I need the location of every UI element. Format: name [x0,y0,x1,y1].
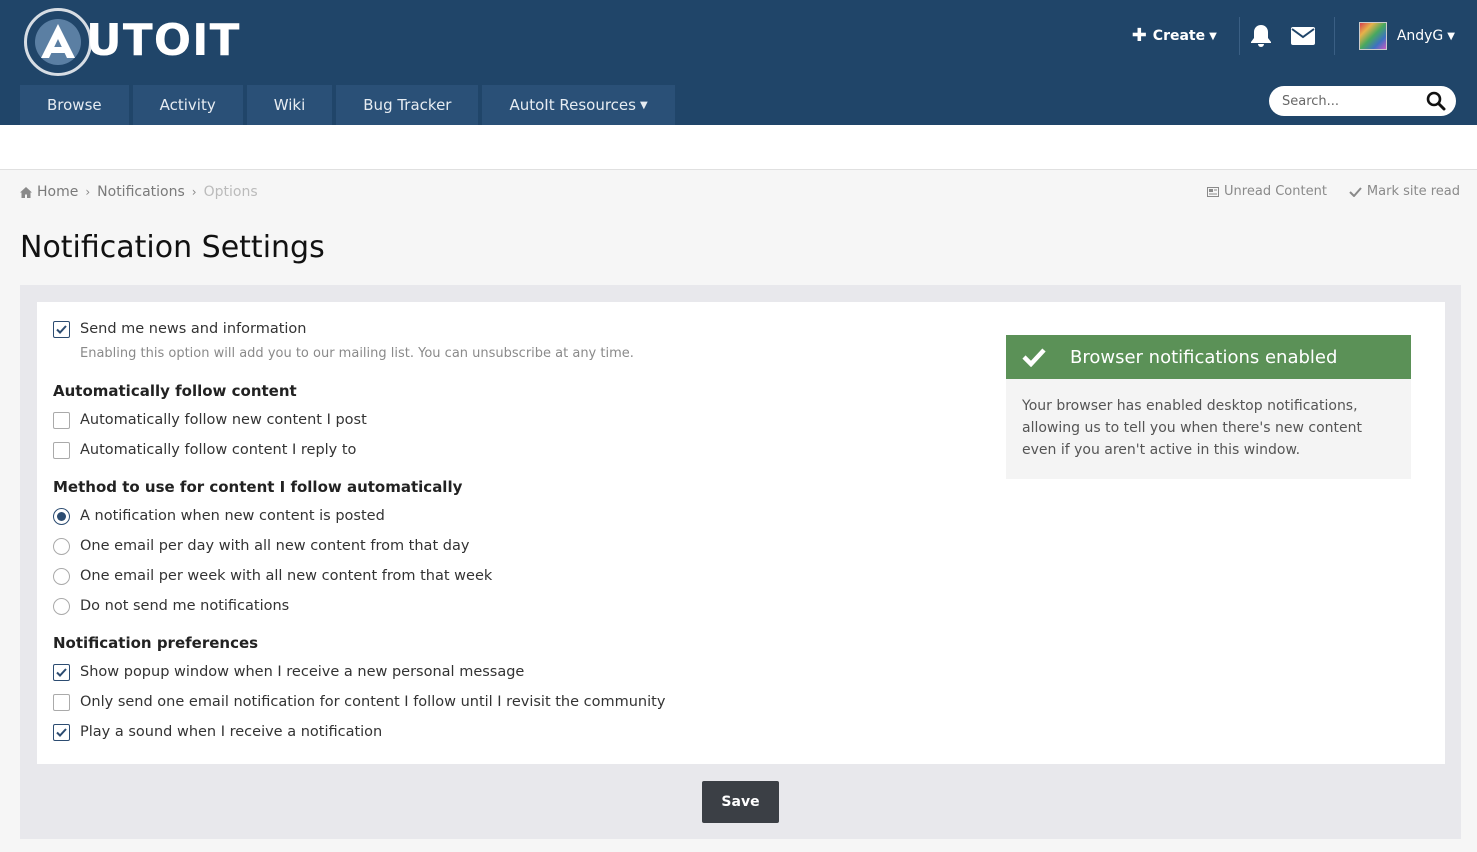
newspaper-icon [1207,186,1220,197]
logo-circle [24,8,92,76]
chevron-right-icon: › [85,185,91,199]
method-radio[interactable] [53,567,70,585]
news-option[interactable]: Send me news and information [53,319,307,339]
page-title: Notification Settings [20,230,325,265]
header-strip [0,125,1477,170]
breadcrumb: Home › Notifications › Options [20,184,258,200]
home-icon [20,186,32,198]
save-button[interactable]: Save [702,781,779,823]
method-option[interactable]: A notification when new content is poste… [53,506,385,526]
create-button[interactable]: ✚ Create ▼ [1110,25,1239,46]
mark-site-read-link[interactable]: Mark site read [1349,184,1460,199]
unread-content-link[interactable]: Unread Content [1207,184,1327,199]
follow-new-checkbox[interactable] [53,411,70,429]
check-icon [1022,348,1046,367]
follow-reply-checkbox[interactable] [53,441,70,459]
pref-checkbox[interactable] [53,693,70,711]
pref-checkbox[interactable] [53,663,70,681]
search-icon[interactable] [1426,91,1446,111]
notifications-button[interactable] [1240,16,1282,56]
pref-checkbox[interactable] [53,723,70,741]
bell-icon [1250,25,1271,47]
follow-reply-option[interactable]: Automatically follow content I reply to [53,440,356,460]
section-prefs-heading: Notification preferences [53,634,259,652]
nav-item-bug-tracker[interactable]: Bug Tracker [336,85,479,125]
user-name: AndyG [1396,28,1444,44]
nav-item-wiki[interactable]: Wiki [246,85,333,125]
main-nav: Browse Activity Wiki Bug Tracker AutoIt … [20,85,679,125]
settings-panel: Send me news and information Enabling th… [20,285,1461,839]
chevron-right-icon: › [191,185,197,199]
method-radio[interactable] [53,507,70,525]
caret-down-icon: ▼ [1209,30,1217,42]
nav-item-autoit-resources[interactable]: AutoIt Resources ▼ [482,85,675,125]
create-label: Create [1152,28,1206,44]
browser-notifications-title: Browser notifications enabled [1070,346,1338,368]
plus-icon: ✚ [1131,25,1147,46]
logo-a-icon [41,24,75,58]
caret-down-icon: ▼ [1447,30,1455,42]
autoit-logo[interactable]: UTOIT [24,8,254,78]
breadcrumb-home[interactable]: Home [20,184,78,200]
browser-notifications-body: Your browser has enabled desktop notific… [1006,379,1411,479]
section-method-heading: Method to use for content I follow autom… [53,478,463,496]
pref-option[interactable]: Show popup window when I receive a new p… [53,662,524,682]
search-box [1269,86,1456,116]
checkmark-icon [56,324,67,334]
breadcrumb-current: Options [203,184,258,200]
nav-item-browse[interactable]: Browse [20,85,129,125]
browser-notifications-box: Browser notifications enabled Your brows… [1006,335,1411,479]
check-icon [1349,186,1362,197]
search-input[interactable] [1282,93,1422,109]
section-follow-heading: Automatically follow content [53,382,297,400]
pref-option[interactable]: Only send one email notification for con… [53,692,665,712]
envelope-icon [1290,27,1315,45]
browser-notifications-header: Browser notifications enabled [1006,335,1411,379]
user-menu[interactable]: AndyG ▼ [1335,22,1477,50]
logo-text: UTOIT [86,15,241,66]
avatar [1358,22,1387,50]
checkmark-icon [56,727,67,737]
news-checkbox[interactable] [53,320,70,338]
method-radio[interactable] [53,597,70,615]
checkmark-icon [56,667,67,677]
header-actions: ✚ Create ▼ AndyG ▼ [1110,0,1477,72]
method-option[interactable]: One email per week with all new content … [53,566,492,586]
pref-option[interactable]: Play a sound when I receive a notificati… [53,722,382,742]
news-description: Enabling this option will add you to our… [80,346,634,361]
method-radio[interactable] [53,537,70,555]
nav-item-activity[interactable]: Activity [132,85,243,125]
breadcrumb-notifications[interactable]: Notifications [97,184,185,200]
site-header: UTOIT ✚ Create ▼ AndyG ▼ Browse Activity… [0,0,1477,125]
method-option[interactable]: One email per day with all new content f… [53,536,469,556]
follow-new-option[interactable]: Automatically follow new content I post [53,410,367,430]
messages-button[interactable] [1282,16,1324,56]
caret-down-icon: ▼ [639,99,648,111]
settings-card: Send me news and information Enabling th… [37,302,1445,764]
breadcrumb-actions: Unread Content Mark site read [1185,184,1460,199]
method-option[interactable]: Do not send me notifications [53,596,289,616]
